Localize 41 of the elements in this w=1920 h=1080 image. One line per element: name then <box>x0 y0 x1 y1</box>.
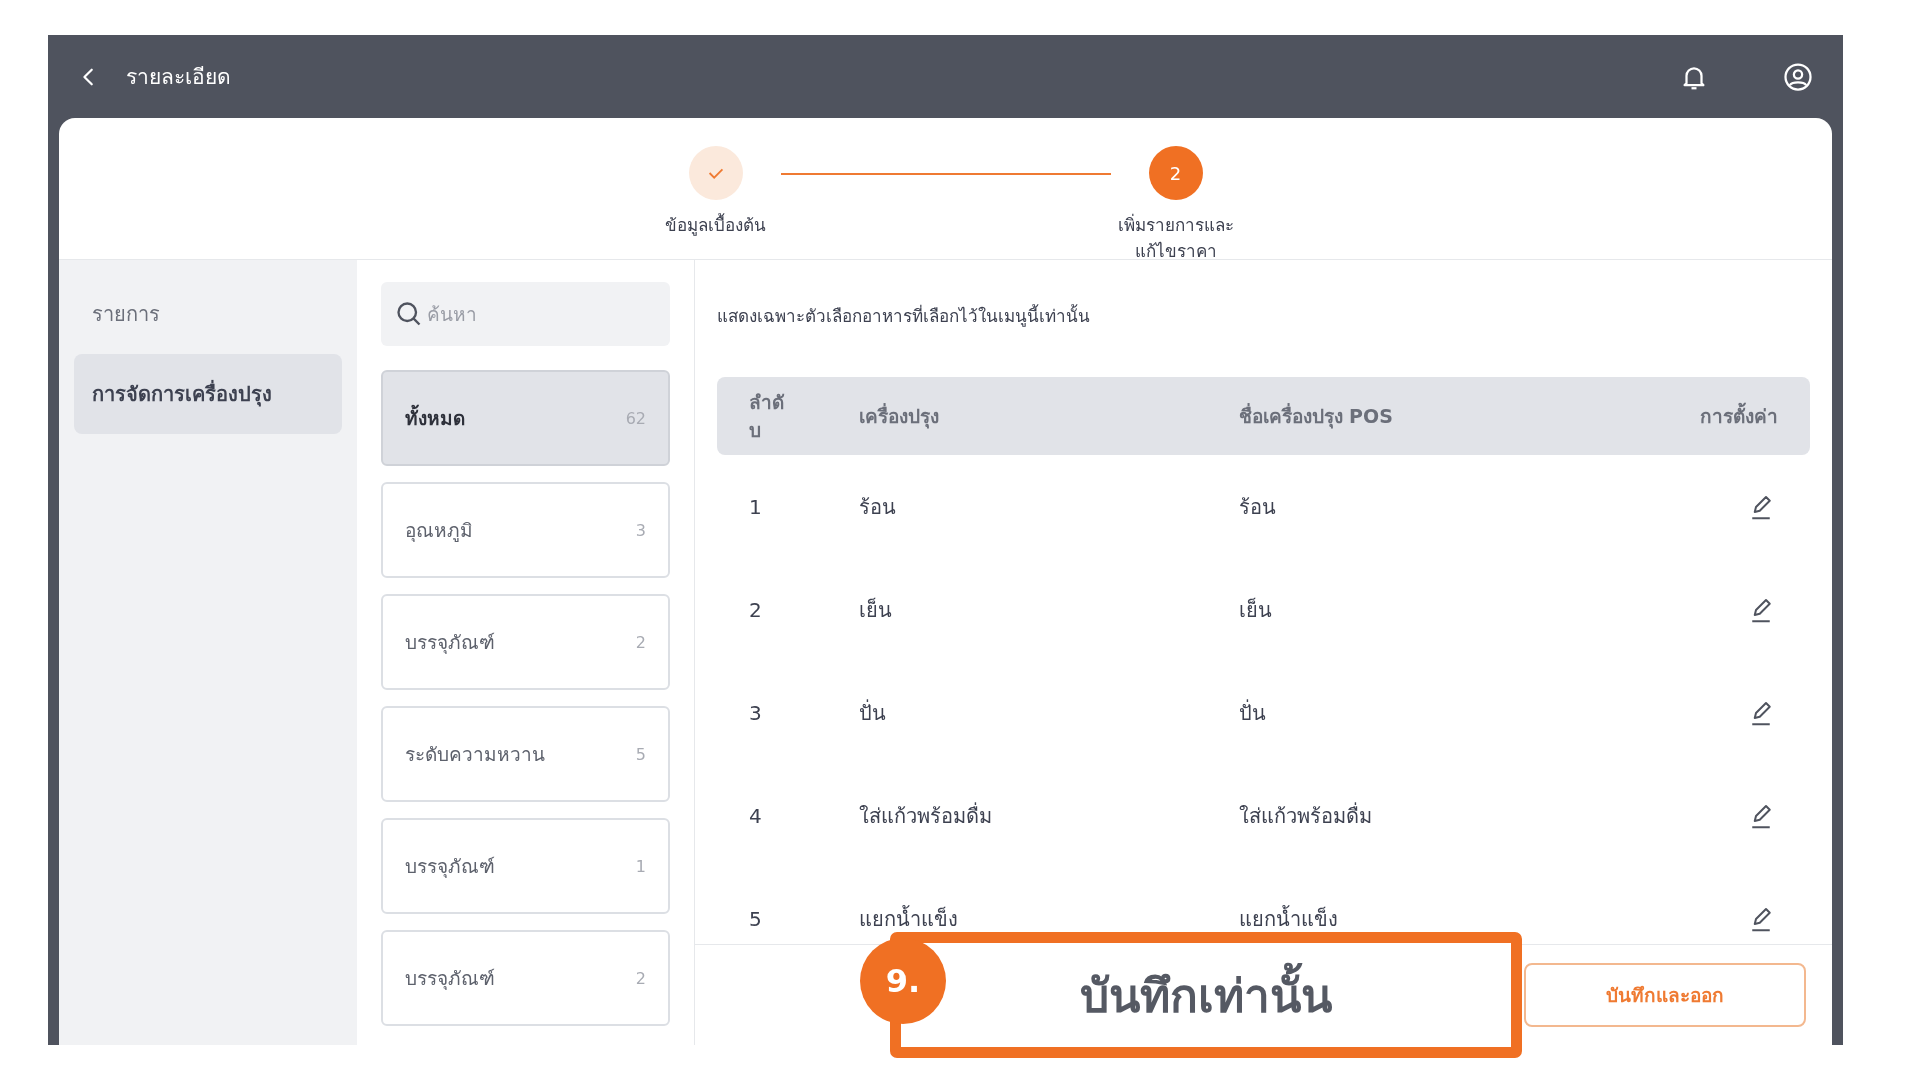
table-cell-text: ใส่แก้วพร้อมดื่ม <box>1238 801 1373 830</box>
table-cell-text: แยกน้ำแข็ง <box>859 904 959 933</box>
info-text: แสดงเฉพาะตัวเลือกอาหารที่เลือกไว้ในเมนูนี้เท่านั้น <box>717 303 1091 329</box>
category-item[interactable]: อุณหภูมิ 3 <box>381 482 670 578</box>
table-cell-text: ปั่น <box>1238 698 1267 727</box>
table-cell-text: ปั่น <box>859 698 887 727</box>
sidebar-heading: รายการ <box>91 301 161 328</box>
item-count: 5 <box>635 744 646 764</box>
search-icon <box>395 300 423 328</box>
table-cell-text: แยกน้ำแข็ง <box>1238 904 1339 933</box>
item-count: 2 <box>635 968 646 988</box>
sidebar-item[interactable]: การจัดการเครื่องปรุง <box>74 354 342 434</box>
step-label: เพิ่มรายการและ แก้ไขราคา <box>1117 212 1234 264</box>
page-title: รายละเอียด <box>126 64 231 91</box>
table-cell-text: 5 <box>749 906 763 931</box>
category-item[interactable]: ทั้งหมด 62 <box>381 370 670 466</box>
column-header: ชื่อเครื่องปรุง POS <box>1238 402 1394 431</box>
category-item[interactable]: บรรจุภัณฑ์ 2 <box>381 594 670 690</box>
item-count: 3 <box>635 520 646 540</box>
table-cell-text: ร้อน <box>1238 493 1277 521</box>
table-cell-text: 4 <box>749 803 763 828</box>
table-cell-text: 1 <box>749 494 763 519</box>
step-label: ข้อมูลเบื้องต้น <box>665 212 766 238</box>
table-cell-text: ร้อน <box>859 493 897 521</box>
table-cell-text: เย็น <box>859 596 893 624</box>
item-count: 62 <box>625 408 646 428</box>
column-header: การตั้งค่า <box>1700 401 1778 431</box>
search-field[interactable]: ค้นหา <box>381 282 670 346</box>
user-icon[interactable] <box>1783 61 1813 92</box>
table-cell-text: 3 <box>749 700 763 725</box>
category-item[interactable]: บรรจุภัณฑ์ 2 <box>381 930 670 1026</box>
step-indicator: 2 <box>1148 146 1203 200</box>
table-cell-text: เย็น <box>1238 596 1273 624</box>
column-header: เครื่องปรุง <box>859 402 940 431</box>
category-item[interactable]: บรรจุภัณฑ์ 1 <box>381 818 670 914</box>
item-count: 1 <box>635 856 646 876</box>
item-count: 2 <box>635 632 646 652</box>
table-cell-text: ใส่แก้วพร้อมดื่ม <box>859 801 993 830</box>
category-item[interactable]: ระดับความหวาน 5 <box>381 706 670 802</box>
column-header: ลำดับ <box>749 389 785 443</box>
table-cell-text: 2 <box>749 597 763 622</box>
